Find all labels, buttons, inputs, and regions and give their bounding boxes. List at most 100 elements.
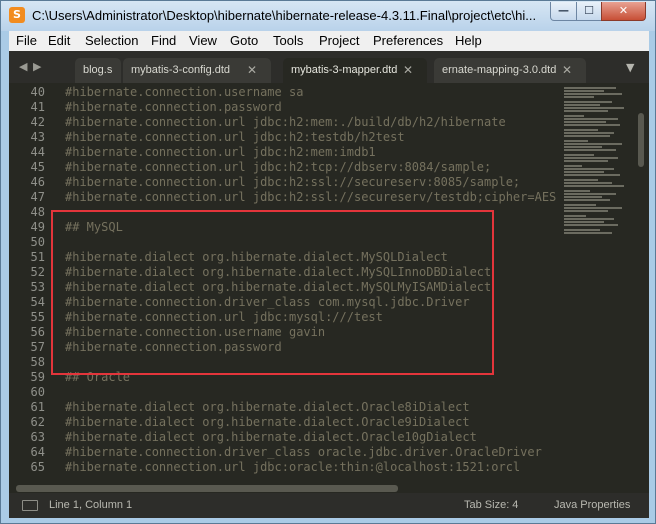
line-number: 41	[30, 100, 45, 114]
minimap-line	[564, 182, 612, 184]
code-line: #hibernate.connection.url jdbc:h2:ssl://…	[65, 190, 557, 204]
minimap-line	[564, 165, 582, 167]
minimap-line	[564, 196, 602, 198]
line-number: 51	[30, 250, 45, 264]
horizontal-scrollbar[interactable]	[16, 485, 398, 492]
minimap-line	[564, 157, 618, 159]
minimap-line	[564, 115, 584, 117]
code-line: #hibernate.connection.url jdbc:h2:mem:im…	[65, 145, 376, 159]
line-number: 55	[30, 310, 45, 324]
minimap-line	[564, 154, 594, 156]
minimap-line	[564, 118, 618, 120]
tab-close-icon[interactable]: ✕	[403, 58, 413, 83]
line-number: 63	[30, 430, 45, 444]
minimap-line	[564, 149, 616, 151]
menu-project[interactable]: Project	[319, 32, 359, 50]
line-number: 56	[30, 325, 45, 339]
line-number: 57	[30, 340, 45, 354]
code-line: #hibernate.dialect org.hibernate.dialect…	[65, 430, 477, 444]
line-number: 59	[30, 370, 45, 384]
line-number: 60	[30, 385, 45, 399]
line-number: 62	[30, 415, 45, 429]
line-number: 48	[30, 205, 45, 219]
vertical-scrollbar[interactable]	[638, 113, 644, 167]
minimap-line	[564, 174, 620, 176]
line-number: 47	[30, 190, 45, 204]
code-editor[interactable]: 40 41 42 43 44 45 46 47 48 49 50 51 52 5…	[9, 83, 649, 493]
cursor-position: Line 1, Column 1	[49, 499, 133, 511]
window-title: C:\Users\Administrator\Desktop\hibernate…	[32, 8, 537, 23]
menu-help[interactable]: Help	[455, 32, 482, 50]
tab-scroll-left-icon[interactable]: ◀	[19, 60, 27, 73]
minimap-line	[564, 132, 614, 134]
code-line: #hibernate.connection.url jdbc:h2:tcp://…	[65, 160, 492, 174]
menu-file[interactable]: File	[16, 32, 37, 50]
minimap-line	[564, 199, 610, 201]
tab-blog[interactable]: blog.s	[75, 58, 121, 83]
console-toggle-icon[interactable]	[22, 500, 38, 511]
code-line: #hibernate.connection.driver_class oracl…	[65, 445, 542, 459]
minimap-line	[564, 171, 604, 173]
syntax-selector[interactable]: Java Properties	[554, 499, 630, 511]
minimize-button[interactable]: —	[550, 2, 577, 21]
status-bar: Line 1, Column 1 Tab Size: 4 Java Proper…	[9, 493, 649, 518]
tab-bar: ◀ ▶ blog.s mybatis-3-config.dtd ✕ mybati…	[9, 51, 649, 83]
tab-label: mybatis-3-config.dtd	[131, 64, 231, 76]
tab-mybatis-mapper[interactable]: mybatis-3-mapper.dtd ✕	[283, 58, 427, 83]
minimap-line	[564, 93, 622, 95]
close-button[interactable]: ✕	[601, 2, 646, 21]
minimap-line	[564, 207, 622, 209]
tab-scroll-right-icon[interactable]: ▶	[33, 60, 41, 73]
title-bar[interactable]: S C:\Users\Administrator\Desktop\hiberna…	[1, 1, 655, 31]
line-number: 40	[30, 85, 45, 99]
minimap-line	[564, 124, 620, 126]
minimap-line	[564, 218, 614, 220]
tab-close-icon[interactable]: ✕	[562, 58, 572, 83]
minimap[interactable]	[564, 87, 636, 237]
line-number: 53	[30, 280, 45, 294]
line-number: 58	[30, 355, 45, 369]
menu-edit[interactable]: Edit	[48, 32, 70, 50]
minimap-line	[564, 193, 616, 195]
code-line: #hibernate.dialect org.hibernate.dialect…	[65, 400, 470, 414]
menu-goto[interactable]: Goto	[230, 32, 258, 50]
minimap-line	[564, 96, 594, 98]
code-line: #hibernate.dialect org.hibernate.dialect…	[65, 415, 470, 429]
code-line: #hibernate.connection.url jdbc:h2:testdb…	[65, 130, 405, 144]
line-number: 52	[30, 265, 45, 279]
tab-hibernate-mapping[interactable]: ernate-mapping-3.0.dtd ✕	[434, 58, 586, 83]
code-line: #hibernate.connection.username sa	[65, 85, 304, 99]
menu-find[interactable]: Find	[151, 32, 176, 50]
minimap-line	[564, 224, 618, 226]
tab-close-icon[interactable]: ✕	[247, 58, 257, 83]
minimap-line	[564, 135, 610, 137]
minimap-line	[564, 168, 614, 170]
menu-tools[interactable]: Tools	[273, 32, 303, 50]
tab-list-dropdown-icon[interactable]: ▼	[626, 61, 634, 74]
minimap-line	[564, 204, 596, 206]
minimap-line	[564, 143, 622, 145]
line-number: 42	[30, 115, 45, 129]
code-line: #hibernate.connection.password	[65, 100, 282, 114]
tab-mybatis-config[interactable]: mybatis-3-config.dtd ✕	[123, 58, 271, 83]
minimap-line	[564, 121, 606, 123]
menu-selection[interactable]: Selection	[85, 32, 138, 50]
minimap-line	[564, 110, 608, 112]
line-number: 61	[30, 400, 45, 414]
tab-size-selector[interactable]: Tab Size: 4	[464, 499, 518, 511]
maximize-button[interactable]: ☐	[576, 2, 602, 21]
minimap-line	[564, 215, 586, 217]
tab-label: mybatis-3-mapper.dtd	[291, 64, 398, 76]
mysql-highlight-box	[51, 210, 494, 375]
line-number: 44	[30, 145, 45, 159]
line-number: 43	[30, 130, 45, 144]
menu-view[interactable]: View	[189, 32, 217, 50]
menu-preferences[interactable]: Preferences	[373, 32, 443, 50]
minimap-line	[564, 229, 600, 231]
minimap-line	[564, 179, 598, 181]
line-gutter: 40 41 42 43 44 45 46 47 48 49 50 51 52 5…	[9, 83, 53, 493]
minimap-line	[564, 160, 608, 162]
app-window: S C:\Users\Administrator\Desktop\hiberna…	[0, 0, 656, 524]
minimap-line	[564, 210, 608, 212]
sublime-text-icon: S	[9, 7, 25, 23]
